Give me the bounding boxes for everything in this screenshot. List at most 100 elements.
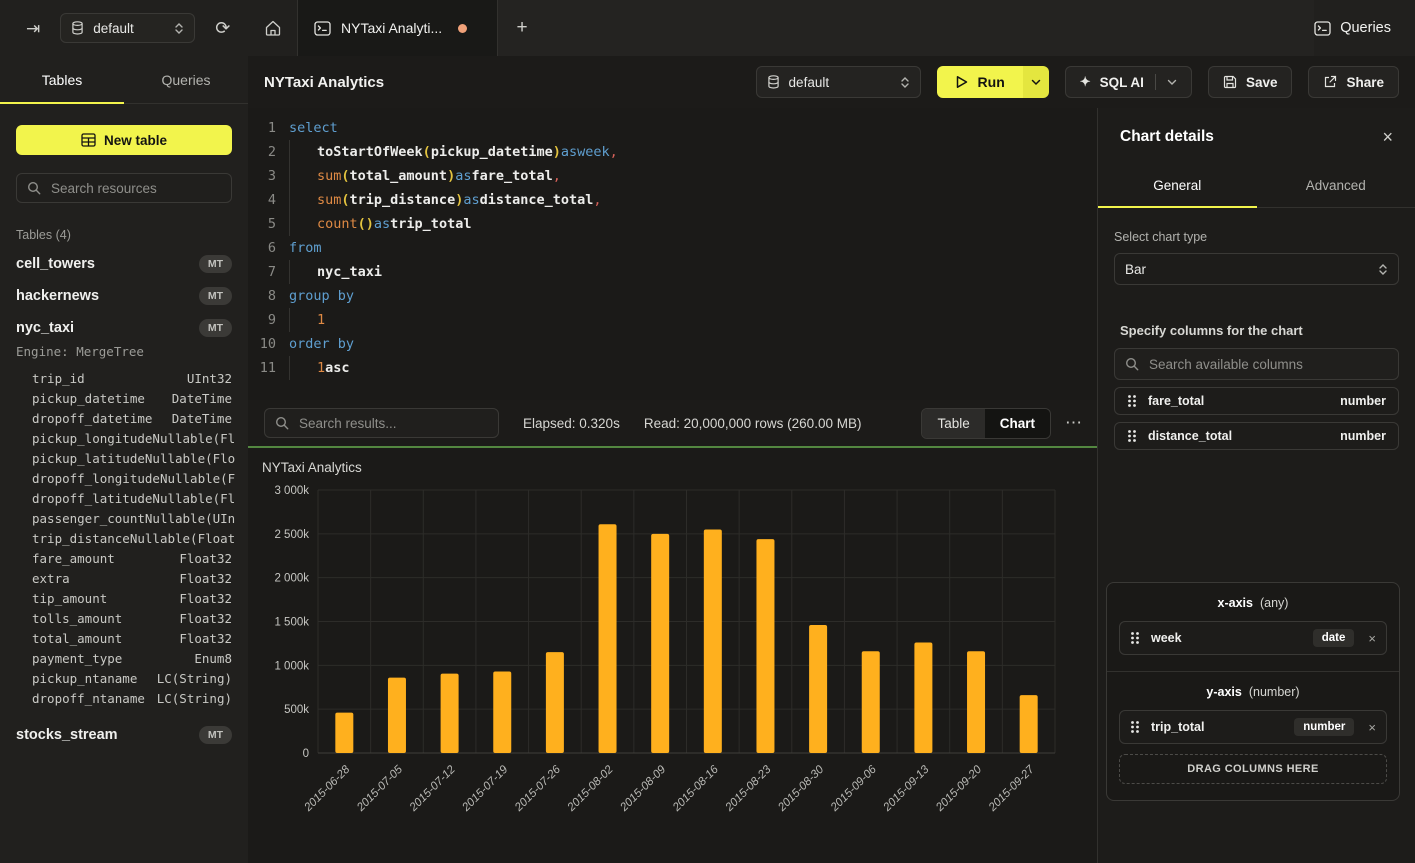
line-number: 11 xyxy=(248,356,276,380)
new-table-label: New table xyxy=(104,133,167,148)
table-item[interactable]: stocks_streamMT xyxy=(0,719,248,751)
chart-type-value: Bar xyxy=(1125,262,1369,277)
chart-bar[interactable] xyxy=(1020,695,1038,753)
x-tick-label: 2015-07-19 xyxy=(460,763,511,814)
database-icon xyxy=(767,75,780,89)
chart-bar[interactable] xyxy=(809,625,827,753)
chart-type-select[interactable]: Bar xyxy=(1114,253,1399,285)
column-name: pickup_latitude xyxy=(32,449,145,469)
chart-bar[interactable] xyxy=(388,678,406,753)
share-button[interactable]: Share xyxy=(1308,66,1399,98)
column-item: tip_amountFloat32 xyxy=(32,589,232,609)
home-button[interactable] xyxy=(248,0,298,56)
sidebar-tab-tables[interactable]: Tables xyxy=(0,56,124,103)
close-icon[interactable]: × xyxy=(1382,128,1393,146)
sql-editor[interactable]: 1select2toStartOfWeek(pickup_datetime) a… xyxy=(248,108,1097,400)
sql-token: ( xyxy=(341,164,349,188)
sql-token: ) xyxy=(553,140,561,164)
table-item[interactable]: cell_towersMT xyxy=(0,248,248,280)
column-type: Enum8 xyxy=(194,649,232,669)
chart-bar[interactable] xyxy=(756,539,774,753)
table-item[interactable]: nyc_taxiMT xyxy=(0,312,248,344)
column-name: total_amount xyxy=(32,629,122,649)
line-number: 6 xyxy=(248,236,276,260)
collapse-sidebar-icon[interactable]: ⇥ xyxy=(20,19,46,38)
x-tick-label: 2015-08-16 xyxy=(670,763,721,814)
column-item: extraFloat32 xyxy=(32,569,232,589)
remove-icon[interactable]: × xyxy=(1368,720,1376,735)
chart-bar[interactable] xyxy=(704,529,722,753)
tab-general[interactable]: General xyxy=(1098,164,1257,207)
available-column-pill[interactable]: fare_totalnumber xyxy=(1114,387,1399,415)
results-search-input[interactable] xyxy=(297,415,488,432)
search-icon xyxy=(27,181,41,195)
available-column-pill[interactable]: distance_totalnumber xyxy=(1114,422,1399,450)
y-axis-column-pill[interactable]: trip_total number × xyxy=(1119,710,1387,744)
chevron-updown-icon xyxy=(900,76,910,89)
drag-handle-icon[interactable] xyxy=(1127,429,1137,443)
sql-token: 1 xyxy=(317,308,325,332)
new-tab-button[interactable]: + xyxy=(498,0,546,56)
more-options-icon[interactable]: ⋯ xyxy=(1065,413,1083,433)
drag-handle-icon[interactable] xyxy=(1130,720,1140,734)
database-selector-top[interactable]: default xyxy=(60,13,195,43)
chart-bar[interactable] xyxy=(967,651,985,753)
columns-search xyxy=(1114,348,1399,380)
chart-bar[interactable] xyxy=(599,524,617,753)
queries-button[interactable]: Queries xyxy=(1314,0,1415,56)
chart-details-tabs: General Advanced xyxy=(1098,164,1415,208)
query-tab[interactable]: NYTaxi Analyti... xyxy=(298,0,498,56)
tab-strip: NYTaxi Analyti... + xyxy=(248,0,1314,56)
tables-section-label: Tables (4) xyxy=(16,228,232,242)
run-button[interactable]: Run xyxy=(937,66,1049,98)
sql-ai-label: SQL AI xyxy=(1100,75,1144,90)
column-name: pickup_longitude xyxy=(32,429,152,449)
view-toggle-chart[interactable]: Chart xyxy=(985,409,1050,438)
column-item: passenger_countNullable(UIn xyxy=(32,509,232,529)
column-name: passenger_count xyxy=(32,509,145,529)
sql-token: , xyxy=(553,164,561,188)
sql-token: order by xyxy=(289,332,354,356)
tab-advanced[interactable]: Advanced xyxy=(1257,164,1415,207)
sidebar-search-input[interactable] xyxy=(49,180,230,197)
chart-bar[interactable] xyxy=(862,651,880,753)
drag-handle-icon[interactable] xyxy=(1127,394,1137,408)
sql-ai-button[interactable]: ✦ SQL AI xyxy=(1065,66,1192,98)
column-item: payment_typeEnum8 xyxy=(32,649,232,669)
chart-bar[interactable] xyxy=(493,671,511,753)
drag-handle-icon[interactable] xyxy=(1130,631,1140,645)
sidebar-tab-queries[interactable]: Queries xyxy=(124,56,248,103)
view-toggle-table[interactable]: Table xyxy=(922,409,984,438)
chart-details-panel: Chart details × General Advanced Select … xyxy=(1097,108,1415,863)
columns-search-input[interactable] xyxy=(1147,356,1388,373)
remove-icon[interactable]: × xyxy=(1368,631,1376,646)
chart-bar[interactable] xyxy=(335,713,353,753)
x-axis-column-pill[interactable]: week date × xyxy=(1119,621,1387,655)
engine-badge: MT xyxy=(199,319,232,337)
chart-bar[interactable] xyxy=(441,674,459,753)
indent-guide xyxy=(289,164,317,188)
chart-bar[interactable] xyxy=(546,652,564,753)
x-tick-label: 2015-09-27 xyxy=(986,763,1037,814)
save-button[interactable]: Save xyxy=(1208,66,1293,98)
column-name: tolls_amount xyxy=(32,609,122,629)
search-icon xyxy=(275,416,289,430)
refresh-icon[interactable]: ⟳ xyxy=(209,18,236,38)
y-axis-hint: (number) xyxy=(1249,685,1300,699)
sidebar-search xyxy=(16,173,232,203)
column-type: LC(String) xyxy=(157,689,232,709)
chart-bar[interactable] xyxy=(914,643,932,753)
new-table-button[interactable]: New table xyxy=(16,125,232,155)
run-button-main[interactable]: Run xyxy=(937,66,1023,98)
run-options-caret[interactable] xyxy=(1023,66,1049,98)
drag-columns-dropzone[interactable]: DRAG COLUMNS HERE xyxy=(1119,754,1387,784)
database-selector-main[interactable]: default xyxy=(756,66,921,98)
chevron-down-icon[interactable] xyxy=(1167,79,1177,86)
x-tick-label: 2015-07-05 xyxy=(354,763,405,814)
sql-token: , xyxy=(610,140,618,164)
chart-bar[interactable] xyxy=(651,534,669,753)
database-selector-value: default xyxy=(789,75,891,90)
y-tick-label: 1 000k xyxy=(274,660,309,672)
sql-line: 111 asc xyxy=(248,356,1097,380)
table-item[interactable]: hackernewsMT xyxy=(0,280,248,312)
